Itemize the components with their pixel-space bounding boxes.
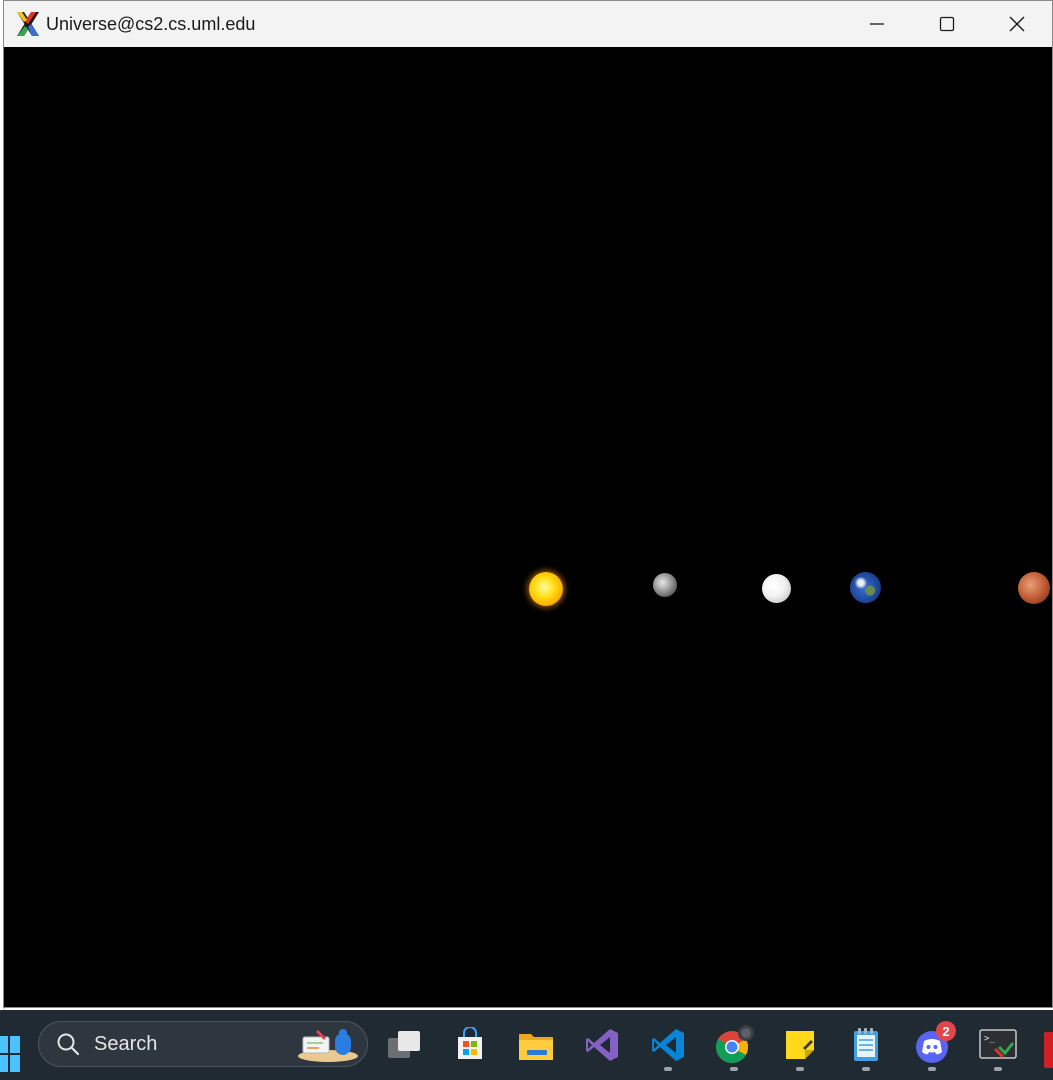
- notepad-icon: [854, 1028, 878, 1061]
- windows-logo-icon: [0, 1036, 20, 1072]
- close-icon: [1009, 16, 1025, 32]
- store-icon: [458, 1027, 482, 1059]
- file-explorer-button[interactable]: [516, 1025, 556, 1065]
- vscode-button[interactable]: [648, 1025, 688, 1065]
- store-button[interactable]: [450, 1025, 490, 1065]
- mercury-body: [653, 573, 677, 597]
- task-view-icon: [388, 1031, 420, 1058]
- visual-studio-button[interactable]: [582, 1025, 622, 1065]
- partial-app-icon[interactable]: [1044, 1032, 1053, 1068]
- chrome-icon: [715, 1025, 754, 1064]
- minimize-button[interactable]: [842, 1, 912, 47]
- visual-studio-icon: [586, 1029, 618, 1061]
- title-bar[interactable]: Universe@cs2.cs.uml.edu: [4, 1, 1052, 48]
- sticky-notes-icon: [786, 1031, 814, 1059]
- folder-icon: [519, 1034, 553, 1060]
- vscode-icon: [652, 1029, 684, 1061]
- discord-button[interactable]: 2: [912, 1021, 956, 1065]
- taskbar: Search 2 >_: [0, 1010, 1053, 1080]
- notepad-button[interactable]: [846, 1025, 886, 1065]
- minimize-icon: [870, 23, 884, 25]
- universe-window: Universe@cs2.cs.uml.edu: [3, 0, 1053, 1008]
- search-icon: [57, 1033, 80, 1056]
- venus-body: [762, 574, 791, 603]
- simulation-canvas[interactable]: [4, 47, 1052, 1007]
- xlaunch-button[interactable]: >_: [978, 1025, 1018, 1065]
- x-server-icon: [17, 12, 39, 36]
- sun-body: [529, 572, 563, 606]
- maximize-icon: [939, 16, 955, 32]
- search-placeholder: Search: [94, 1032, 158, 1055]
- chrome-indicator: [730, 1067, 738, 1071]
- discord-notification-badge: 2: [936, 1021, 956, 1041]
- notepad-indicator: [862, 1067, 870, 1071]
- mars-body: [1018, 572, 1050, 604]
- chrome-button[interactable]: [714, 1025, 754, 1065]
- discord-indicator: [928, 1067, 936, 1071]
- maximize-button[interactable]: [912, 1, 982, 47]
- window-controls: [842, 1, 1052, 47]
- start-button[interactable]: [0, 1036, 20, 1074]
- earth-body: [850, 572, 881, 603]
- sticky-notes-indicator: [796, 1067, 804, 1071]
- search-box[interactable]: Search: [38, 1021, 368, 1067]
- xlaunch-indicator: [994, 1067, 1002, 1071]
- window-title: Universe@cs2.cs.uml.edu: [46, 13, 256, 34]
- close-button[interactable]: [982, 1, 1052, 47]
- search-highlight-icon: [298, 1029, 358, 1062]
- svg-text:>_: >_: [984, 1034, 995, 1044]
- vscode-indicator: [664, 1067, 672, 1071]
- terminal-icon: >_: [979, 1029, 1017, 1059]
- sticky-notes-button[interactable]: [780, 1025, 820, 1065]
- task-view-button[interactable]: [384, 1025, 424, 1065]
